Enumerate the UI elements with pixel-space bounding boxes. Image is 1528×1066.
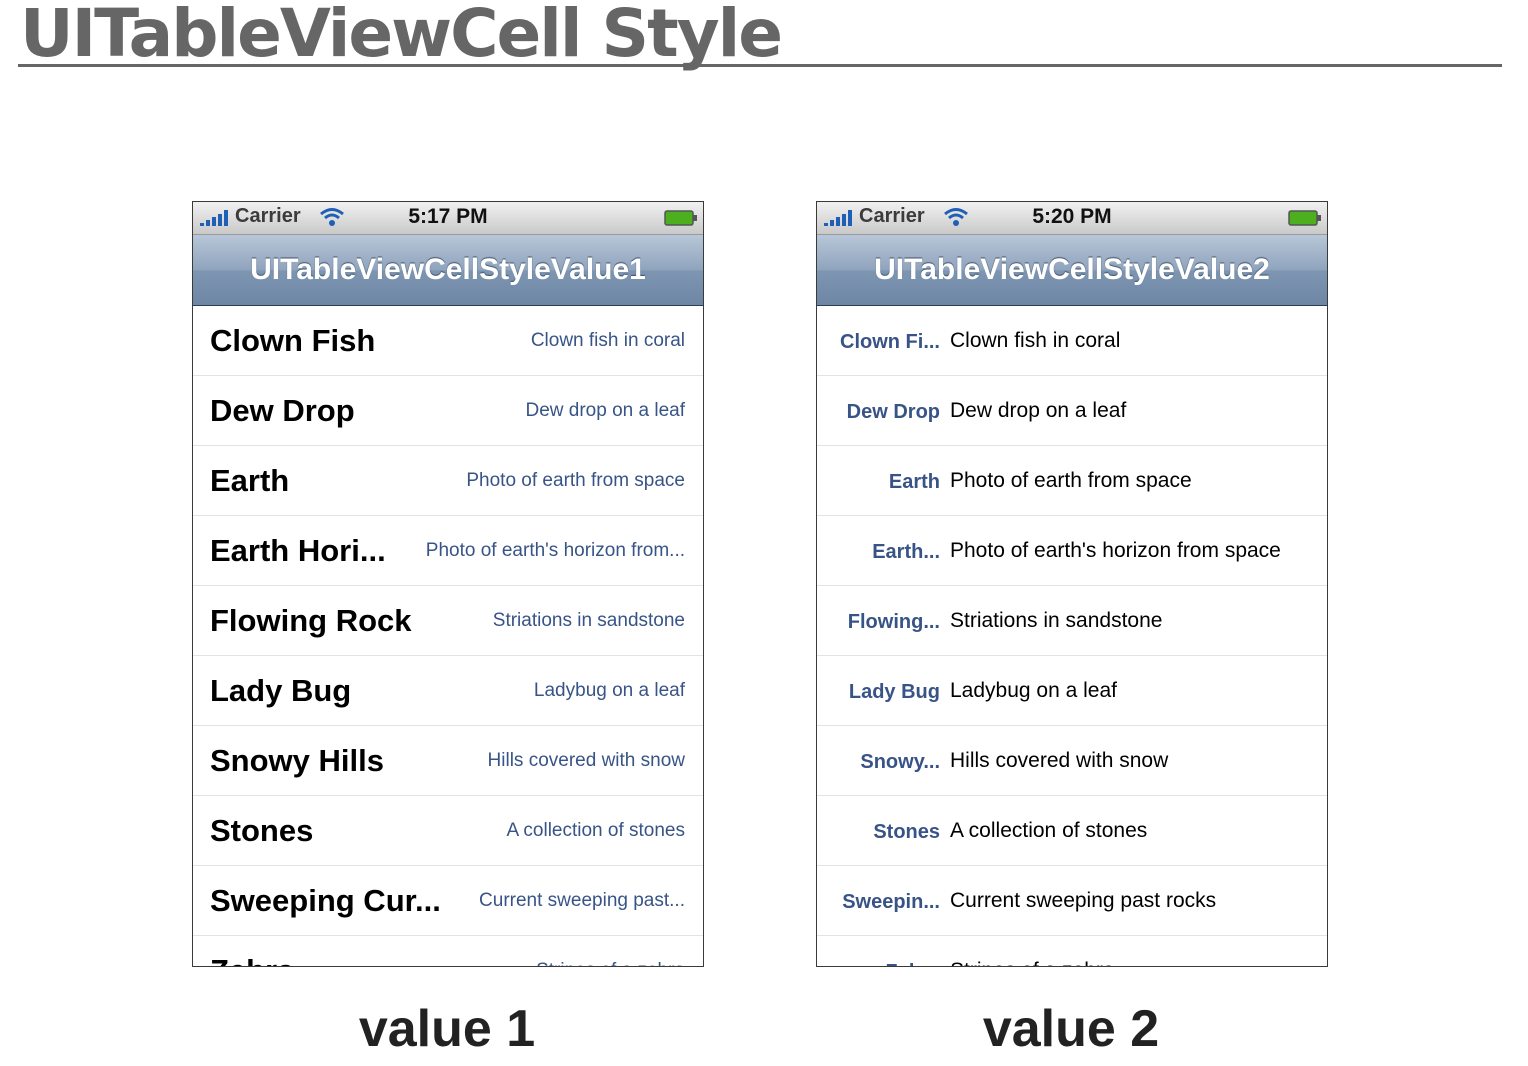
table-row[interactable]: Clown Fish Clown fish in coral (193, 306, 703, 376)
cell-text-label: Earth (210, 463, 290, 498)
cell-detail-label: Photo of earth's horizon from space (950, 539, 1281, 562)
cell-text-label: Sweeping Cur... (210, 883, 441, 918)
cell-text-label: Earth... (872, 541, 940, 563)
cell-detail-label: Dew drop on a leaf (525, 400, 686, 421)
table-row[interactable]: Earth Photo of earth from space (817, 446, 1327, 516)
table-row[interactable]: Earth... Photo of earth's horizon from sp… (817, 516, 1327, 586)
cell-text-label: Clown Fi... (840, 331, 940, 353)
cell-detail-label: Ladybug on a leaf (533, 680, 685, 701)
cell-text-label: Flowing Rock (210, 603, 412, 638)
table-row[interactable]: Zebra Stripes of a zebra (193, 936, 703, 966)
cell-text-label: Earth (888, 471, 940, 493)
table-row[interactable]: Flowing... Striations in sandstone (817, 586, 1327, 656)
table-row[interactable]: Lady Bug Ladybug on a leaf (817, 656, 1327, 726)
table-row[interactable]: Dew Drop Dew drop on a leaf (193, 376, 703, 446)
cell-text-label: Dew Drop (210, 393, 355, 428)
table-row[interactable]: Dew Drop Dew drop on a leaf (817, 376, 1327, 446)
table-view[interactable]: Clown Fish Clown fish in coral Dew Drop De… (193, 306, 703, 966)
table-row[interactable]: Lady Bug Ladybug on a leaf (193, 656, 703, 726)
cell-text-label: Zebra (210, 936, 294, 966)
table-row[interactable]: Flowing Rock Striations in sandstone (193, 586, 703, 656)
battery-icon (664, 210, 697, 226)
table-row[interactable]: Earth Hori... Photo of earth's horizon fr… (193, 516, 703, 586)
cell-detail-label: Dew drop on a leaf (950, 399, 1127, 422)
cell-text-label: Flowing... (847, 611, 940, 633)
navigation-bar: UITableViewCellStyleValue1 (193, 235, 703, 306)
cell-detail-label: Striations in sandstone (950, 609, 1163, 632)
navigation-bar: UITableViewCellStyleValue2 (817, 235, 1327, 306)
table-row[interactable]: Sweepin... Current sweeping past rocks (817, 866, 1327, 936)
table-row[interactable]: Stones A collection of stones (817, 796, 1327, 866)
caption-value2: value 2 (982, 1000, 1160, 1058)
status-time: 5:20 PM (1032, 205, 1112, 228)
cell-detail-label: Clown fish in coral (950, 329, 1121, 352)
table-row[interactable]: Sweeping Cur... Current sweeping past... (193, 866, 703, 936)
cell-detail-label: Hills covered with snow (950, 749, 1169, 772)
battery-icon (1288, 210, 1321, 226)
table-row[interactable]: Snowy Hills Hills covered with snow (193, 726, 703, 796)
nav-title: UITableViewCellStyleValue1 (250, 253, 646, 286)
cell-detail-label: Photo of earth from space (466, 470, 685, 491)
cell-detail-label: A collection of stones (506, 820, 686, 841)
status-bar: Carrier 5:20 PM (817, 202, 1327, 235)
nav-title: UITableViewCellStyleValue2 (874, 253, 1270, 286)
cell-detail-label: Photo of earth's horizon from... (425, 540, 685, 561)
cell-detail-label: Stripes of a zebra (950, 936, 1115, 966)
table-row[interactable]: Snowy... Hills covered with snow (817, 726, 1327, 796)
cell-text-label: Snowy Hills (210, 743, 384, 778)
cell-detail-label: Current sweeping past rocks (950, 889, 1217, 912)
cell-detail-label: Striations in sandstone (492, 610, 685, 631)
cell-text-label: Stones (210, 813, 314, 848)
cell-detail-label: Ladybug on a leaf (950, 679, 1117, 702)
cell-text-label: Zebra (817, 938, 940, 966)
phone-value2: Carrier 5:20 PM UITableViewCellStyleValu… (816, 201, 1328, 967)
cell-text-label: Lady Bug (848, 681, 940, 703)
phone-value1: Carrier 5:17 PM UITableViewCellStyleValu… (192, 201, 704, 967)
table-row[interactable]: Clown Fi... Clown fish in coral (817, 306, 1327, 376)
cell-text-label: Dew Drop (846, 401, 940, 423)
cell-detail-label: Clown fish in coral (530, 330, 685, 351)
cell-detail-label: A collection of stones (950, 819, 1148, 842)
cell-text-label: Earth Hori... (210, 533, 386, 568)
title-underline (18, 64, 1502, 67)
cell-detail-label: Current sweeping past... (479, 890, 685, 911)
cell-detail-label: Stripes of a zebra (536, 936, 685, 966)
status-time: 5:17 PM (408, 205, 488, 228)
cell-text-label: Snowy... (860, 751, 940, 773)
cell-text-label: Stones (873, 821, 940, 843)
cell-detail-label: Photo of earth from space (950, 469, 1192, 492)
table-view[interactable]: Clown Fi... Clown fish in coral Dew Drop D… (817, 306, 1327, 966)
cell-text-label: Lady Bug (210, 673, 352, 708)
caption-value1: value 1 (358, 1000, 536, 1058)
table-row[interactable]: Zebra Stripes of a zebra (817, 936, 1327, 966)
status-bar: Carrier 5:17 PM (193, 202, 703, 235)
table-row[interactable]: Earth Photo of earth from space (193, 446, 703, 516)
cell-text-label: Clown Fish (210, 323, 376, 358)
table-row[interactable]: Stones A collection of stones (193, 796, 703, 866)
cell-text-label: Sweepin... (842, 891, 940, 913)
page-title: UITableViewCell Style (20, 0, 783, 72)
cell-detail-label: Hills covered with snow (487, 750, 685, 771)
